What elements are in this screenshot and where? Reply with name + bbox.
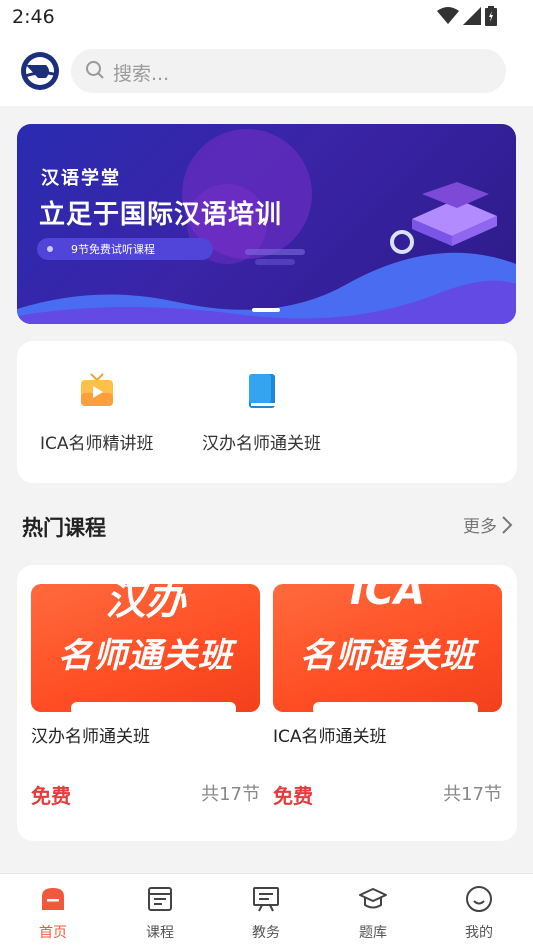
smile-icon	[466, 886, 492, 912]
home-icon	[42, 888, 64, 910]
quick-nav-label: ICA名师精讲班	[40, 434, 154, 454]
course-lessons: 共17节	[443, 784, 502, 805]
bottom-tab-bar: 首页 课程 教务 题库 我的	[0, 873, 533, 948]
tab-home[interactable]: 首页	[13, 884, 93, 942]
tab-courses[interactable]: 课程	[120, 884, 200, 942]
thumb-line2: 名师通关班	[58, 636, 233, 676]
status-time: 2:46	[12, 6, 55, 28]
tab-label: 我的	[465, 925, 493, 941]
app-logo[interactable]	[20, 51, 60, 91]
course-price: 免费	[31, 784, 71, 808]
chevron-right-icon	[502, 515, 513, 534]
course-name: 汉办名师通关班	[31, 727, 150, 747]
carousel-indicator	[252, 308, 280, 312]
course-lessons: 共17节	[201, 784, 260, 805]
promo-banner[interactable]: 汉语学堂 立足于国际汉语培训 9节免费试听课程	[17, 124, 516, 324]
tab-label: 课程	[146, 925, 174, 941]
thumb-line2: 名师通关班	[300, 636, 475, 676]
banner-pill-label: 9节免费试听课程	[71, 243, 155, 256]
banner-pill: 9节免费试听课程	[37, 238, 213, 260]
quick-nav-hanban[interactable]: 汉办名师通关班	[202, 371, 321, 454]
signal-icon	[463, 7, 481, 25]
graduation-cap-icon	[359, 888, 387, 909]
course-price: 免费	[273, 784, 313, 808]
banner-title: 立足于国际汉语培训	[39, 200, 283, 230]
quick-nav-ica[interactable]: ICA名师精讲班	[40, 371, 154, 454]
tab-profile[interactable]: 我的	[439, 884, 519, 942]
more-label: 更多	[463, 517, 497, 537]
tab-label: 题库	[359, 925, 387, 941]
thumb-line1: 汉办	[105, 584, 186, 624]
thumb-strip	[71, 702, 236, 712]
course-card[interactable]: ICA 名师通关班 ICA名师通关班 免费 共17节	[273, 584, 502, 808]
thumb-strip	[313, 702, 478, 712]
course-card[interactable]: 汉办 名师通关班 汉办名师通关班 免费 共17节	[31, 584, 260, 808]
battery-icon	[485, 6, 497, 26]
top-bar: 搜索...	[0, 36, 533, 106]
status-icons	[437, 6, 497, 26]
tv-icon	[80, 373, 113, 406]
quick-nav: ICA名师精讲班 汉办名师通关班	[17, 341, 517, 483]
tab-academic[interactable]: 教务	[226, 884, 306, 942]
more-link[interactable]: 更多	[463, 512, 513, 537]
course-name: ICA名师通关班	[273, 727, 387, 747]
course-thumbnail: 汉办 名师通关班	[31, 584, 260, 712]
tab-label: 教务	[252, 925, 280, 941]
tab-question-bank[interactable]: 题库	[333, 884, 413, 942]
status-bar: 2:46	[0, 0, 533, 36]
board-icon	[253, 887, 279, 912]
course-list: 汉办 名师通关班 汉办名师通关班 免费 共17节 ICA 名师通关班 ICA名师…	[17, 565, 517, 841]
section-title: 热门课程	[22, 516, 106, 540]
search-bar[interactable]: 搜索...	[71, 49, 506, 93]
quick-nav-label: 汉办名师通关班	[202, 434, 321, 454]
book-icon	[248, 374, 275, 408]
tab-label: 首页	[39, 925, 67, 941]
course-icon	[148, 887, 172, 911]
pill-dot	[47, 246, 53, 252]
wifi-icon	[437, 7, 459, 24]
search-icon	[86, 61, 104, 79]
section-header: 热门课程 更多	[0, 506, 533, 546]
banner-subtitle: 汉语学堂	[41, 168, 121, 189]
thumb-line1: ICA	[349, 584, 426, 614]
search-placeholder: 搜索...	[113, 63, 170, 85]
course-thumbnail: ICA 名师通关班	[273, 584, 502, 712]
